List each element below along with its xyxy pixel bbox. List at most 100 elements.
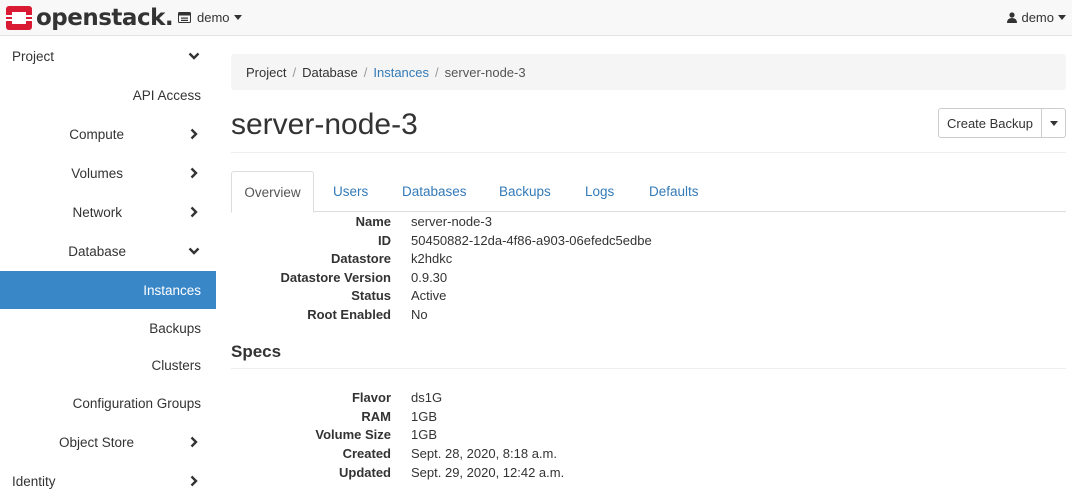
- detail-row-id: ID 50450882-12da-4f86-a903-06efedc5edbe: [231, 233, 1066, 252]
- sidebar-item-label: API Access: [132, 87, 201, 103]
- spec-row-ram: RAM 1GB: [231, 409, 1066, 428]
- sidebar-item-project[interactable]: Project: [0, 37, 216, 75]
- tab-backups[interactable]: Backups: [499, 171, 551, 212]
- breadcrumb-separator: /: [363, 64, 368, 80]
- detail-value: No: [411, 307, 428, 322]
- breadcrumb-current: server-node-3: [444, 64, 526, 80]
- detail-value: 1GB: [411, 409, 438, 424]
- create-backup-button[interactable]: Create Backup: [938, 108, 1042, 138]
- detail-value: 0.9.30: [411, 270, 448, 285]
- openstack-logo[interactable]: openstack.: [5, 4, 174, 32]
- sidebar-item-backups[interactable]: Backups: [0, 309, 216, 347]
- project-name: demo: [197, 10, 230, 25]
- tab-databases[interactable]: Databases: [402, 171, 467, 212]
- breadcrumb-database: Database: [302, 64, 358, 80]
- detail-key: Volume Size: [315, 427, 391, 442]
- detail-value: Sept. 29, 2020, 12:42 a.m.: [411, 465, 565, 480]
- tab-overview[interactable]: Overview: [231, 171, 314, 213]
- user-icon: [1007, 12, 1018, 23]
- breadcrumb-project: Project: [246, 64, 287, 80]
- detail-key: Datastore Version: [280, 270, 391, 285]
- detail-row-root-enabled: Root Enabled No: [231, 307, 1066, 326]
- breadcrumb-separator: /: [292, 64, 297, 80]
- breadcrumb-instances-link[interactable]: Instances: [373, 65, 429, 80]
- detail-value: ds1G: [411, 390, 443, 405]
- sidebar-item-label: Instances: [143, 282, 201, 298]
- sidebar-item-identity[interactable]: Identity: [0, 462, 216, 500]
- detail-value: 50450882-12da-4f86-a903-06efedc5edbe: [411, 233, 652, 248]
- detail-key: Name: [355, 214, 391, 229]
- sidebar-item-label: Network: [72, 204, 122, 220]
- sidebar-nav: Project API Access Compute Volumes Netwo…: [0, 37, 216, 497]
- detail-key: Datastore: [331, 251, 391, 266]
- top-navbar: openstack. demo demo: [0, 0, 1072, 36]
- detail-tabs: Overview Users Databases Backups Logs De…: [231, 171, 1066, 213]
- sidebar-item-object-store[interactable]: Object Store: [0, 423, 216, 461]
- spec-row-updated: Updated Sept. 29, 2020, 12:42 a.m.: [231, 465, 1066, 484]
- more-actions-dropdown-button[interactable]: [1042, 108, 1066, 138]
- sidebar-item-label: Configuration Groups: [72, 395, 201, 411]
- detail-key: RAM: [361, 409, 391, 424]
- brand-name: openstack.: [36, 5, 174, 31]
- actions-button-group: Create Backup: [938, 108, 1066, 138]
- sidebar-item-database[interactable]: Database: [0, 232, 216, 270]
- detail-row-status: Status Active: [231, 288, 1066, 307]
- openstack-logo-icon: [6, 6, 32, 30]
- detail-key: ID: [378, 233, 391, 248]
- chevron-right-icon: [190, 167, 198, 179]
- sidebar-item-label: Compute: [69, 126, 124, 142]
- spec-row-volume-size: Volume Size 1GB: [231, 427, 1066, 446]
- chevron-down-icon: [188, 52, 200, 60]
- user-menu[interactable]: demo: [1007, 10, 1066, 25]
- project-switcher[interactable]: demo: [178, 10, 242, 25]
- caret-down-icon: [1049, 120, 1058, 126]
- chevron-right-icon: [190, 436, 198, 448]
- project-box-icon: [178, 12, 191, 23]
- detail-value: k2hdkc: [411, 251, 453, 266]
- sidebar-item-volumes[interactable]: Volumes: [0, 154, 216, 192]
- sidebar-item-label: Object Store: [58, 434, 134, 450]
- sidebar-item-label: Database: [68, 243, 126, 259]
- tab-defaults[interactable]: Defaults: [649, 171, 699, 212]
- breadcrumb-separator: /: [435, 64, 439, 80]
- chevron-down-icon: [188, 247, 200, 255]
- user-name: demo: [1021, 10, 1054, 25]
- sidebar-item-label: Volumes: [71, 165, 123, 181]
- tab-users[interactable]: Users: [333, 171, 368, 212]
- title-divider: [231, 152, 1066, 153]
- detail-key: Root Enabled: [307, 307, 391, 322]
- detail-value: Active: [411, 288, 447, 303]
- detail-value: server-node-3: [411, 214, 492, 229]
- page-title: server-node-3: [231, 108, 418, 141]
- sidebar-item-configuration-groups[interactable]: Configuration Groups: [0, 384, 216, 422]
- chevron-right-icon: [190, 206, 198, 218]
- sidebar-item-clusters[interactable]: Clusters: [0, 346, 216, 384]
- sidebar-item-label: Backups: [149, 320, 201, 336]
- sidebar-item-label: Project: [12, 48, 55, 64]
- detail-key: Created: [342, 446, 391, 461]
- caret-down-icon: [1058, 15, 1066, 20]
- chevron-right-icon: [190, 128, 198, 140]
- sidebar-item-compute[interactable]: Compute: [0, 115, 216, 153]
- sidebar-item-network[interactable]: Network: [0, 193, 216, 231]
- sidebar-item-instances[interactable]: Instances: [0, 271, 216, 309]
- specs-divider: [231, 368, 1066, 369]
- chevron-right-icon: [190, 475, 198, 487]
- caret-down-icon: [233, 15, 242, 20]
- detail-row-datastore: Datastore k2hdkc: [231, 251, 1066, 270]
- detail-value: Sept. 28, 2020, 8:18 a.m.: [411, 446, 557, 461]
- detail-key: Updated: [339, 465, 391, 480]
- detail-value: 1GB: [411, 427, 438, 442]
- detail-key: Status: [351, 288, 391, 303]
- detail-row-datastore-version: Datastore Version 0.9.30: [231, 270, 1066, 289]
- spec-row-created: Created Sept. 28, 2020, 8:18 a.m.: [231, 446, 1066, 465]
- sidebar-item-label: Clusters: [151, 357, 201, 373]
- spec-row-flavor: Flavor ds1G: [231, 390, 1066, 409]
- sidebar-item-label: Identity: [12, 473, 56, 489]
- breadcrumb: Project / Database / Instances / server-…: [231, 54, 1066, 90]
- sidebar-item-api-access[interactable]: API Access: [0, 76, 216, 114]
- specs-heading: Specs: [231, 342, 282, 361]
- detail-key: Flavor: [351, 390, 391, 405]
- detail-row-name: Name server-node-3: [231, 214, 1066, 233]
- tab-logs[interactable]: Logs: [585, 171, 614, 212]
